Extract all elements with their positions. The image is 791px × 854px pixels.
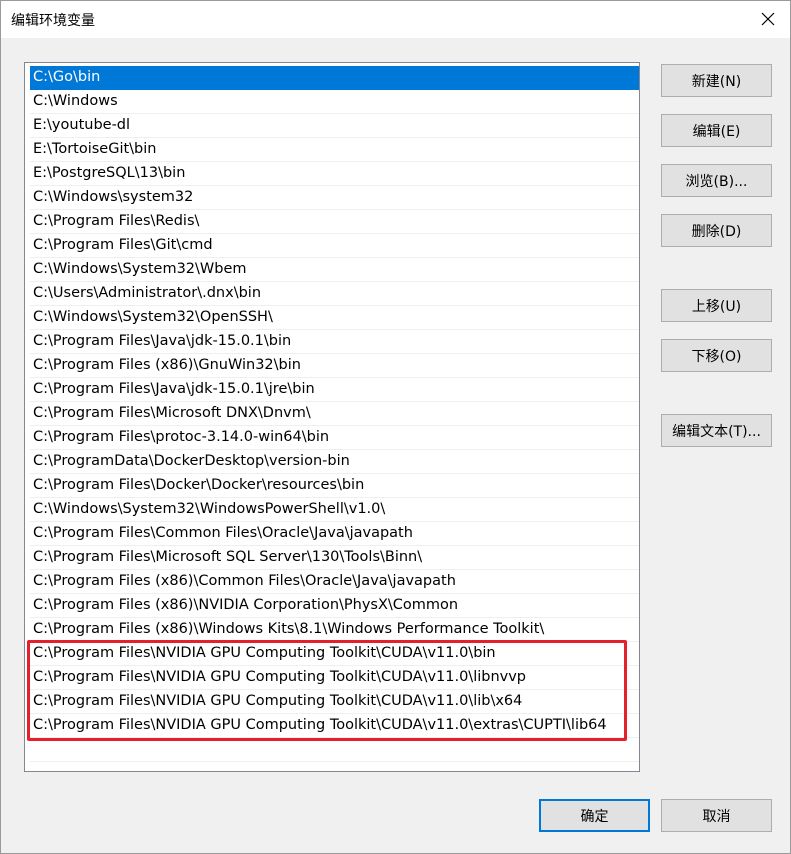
browse-button[interactable]: 浏览(B)... [661, 164, 772, 197]
path-list-item[interactable]: C:\Windows\System32\WindowsPowerShell\v1… [30, 498, 639, 522]
path-list-item[interactable]: C:\ProgramData\DockerDesktop\version-bin [30, 450, 639, 474]
ok-button[interactable]: 确定 [539, 799, 650, 832]
path-list-item[interactable]: C:\Program Files (x86)\Windows Kits\8.1\… [30, 618, 639, 642]
path-list-item[interactable]: C:\Go\bin [30, 66, 639, 90]
path-list-item[interactable]: C:\Windows [30, 90, 639, 114]
path-list-item[interactable]: C:\Program Files (x86)\NVIDIA Corporatio… [30, 594, 639, 618]
edit-text-button[interactable]: 编辑文本(T)... [661, 414, 772, 447]
path-list-item[interactable]: C:\Program Files\protoc-3.14.0-win64\bin [30, 426, 639, 450]
path-list-item[interactable]: C:\Windows\System32\OpenSSH\ [30, 306, 639, 330]
path-list-item[interactable]: C:\Program Files\Java\jdk-15.0.1\bin [30, 330, 639, 354]
move-down-button[interactable]: 下移(O) [661, 339, 772, 372]
path-list-item[interactable]: E:\PostgreSQL\13\bin [30, 162, 639, 186]
path-list-item[interactable]: C:\Program Files\Redis\ [30, 210, 639, 234]
move-up-button[interactable]: 上移(U) [661, 289, 772, 322]
path-list-item[interactable]: C:\Program Files\NVIDIA GPU Computing To… [30, 714, 639, 738]
title-bar: 编辑环境变量 [0, 0, 791, 38]
path-list-item[interactable]: C:\Windows\system32 [30, 186, 639, 210]
path-list-item[interactable]: C:\Program Files\Microsoft SQL Server\13… [30, 546, 639, 570]
window-title: 编辑环境变量 [11, 13, 95, 29]
close-button[interactable] [745, 0, 791, 38]
path-list-item[interactable]: C:\Program Files\Git\cmd [30, 234, 639, 258]
path-list-item[interactable]: E:\TortoiseGit\bin [30, 138, 639, 162]
path-list-item[interactable]: C:\Program Files\NVIDIA GPU Computing To… [30, 642, 639, 666]
close-icon [761, 12, 775, 26]
path-list-item[interactable]: C:\Program Files\Common Files\Oracle\Jav… [30, 522, 639, 546]
cancel-button[interactable]: 取消 [661, 799, 772, 832]
path-list-item[interactable]: C:\Users\Administrator\.dnx\bin [30, 282, 639, 306]
path-list[interactable]: C:\Go\bin C:\Windows E:\youtube-dl E:\Torto… [24, 62, 640, 772]
path-list-item[interactable]: C:\Program Files\NVIDIA GPU Computing To… [30, 666, 639, 690]
path-list-item[interactable]: C:\Program Files\Java\jdk-15.0.1\jre\bin [30, 378, 639, 402]
edit-button[interactable]: 编辑(E) [661, 114, 772, 147]
path-list-item[interactable]: C:\Program Files (x86)\Common Files\Orac… [30, 570, 639, 594]
new-button[interactable]: 新建(N) [661, 64, 772, 97]
path-list-item[interactable]: E:\youtube-dl [30, 114, 639, 138]
empty-list-row[interactable] [30, 738, 639, 762]
path-list-item[interactable]: C:\Windows\System32\Wbem [30, 258, 639, 282]
path-list-item[interactable]: C:\Program Files\NVIDIA GPU Computing To… [30, 690, 639, 714]
path-list-item[interactable]: C:\Program Files\Microsoft DNX\Dnvm\ [30, 402, 639, 426]
path-list-item[interactable]: C:\Program Files\Docker\Docker\resources… [30, 474, 639, 498]
path-list-item[interactable]: C:\Program Files (x86)\GnuWin32\bin [30, 354, 639, 378]
delete-button[interactable]: 删除(D) [661, 214, 772, 247]
